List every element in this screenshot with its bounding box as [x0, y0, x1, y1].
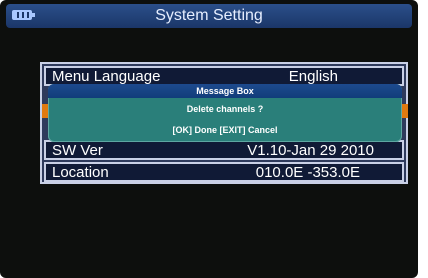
- settings-label: Menu Language: [52, 68, 161, 85]
- title-bar: System Setting: [6, 4, 412, 28]
- tv-screen: System Setting Menu Language English SW …: [0, 0, 418, 278]
- settings-value: V1.10-Jan 29 2010: [247, 142, 374, 159]
- settings-label: Location: [52, 164, 109, 181]
- message-box-hint: [OK] Done [EXIT] Cancel: [172, 125, 278, 135]
- settings-row-location[interactable]: Location 010.0E -353.0E: [44, 162, 404, 182]
- message-box-title: Message Box: [48, 84, 402, 98]
- message-box[interactable]: Message Box Delete channels ? [OK] Done …: [48, 84, 402, 142]
- settings-value: 010.0E -353.0E: [255, 164, 360, 181]
- highlight-marker-right: [402, 104, 408, 118]
- settings-label: SW Ver: [52, 142, 103, 159]
- settings-row-menu-language[interactable]: Menu Language English: [44, 66, 404, 86]
- settings-row-sw-ver[interactable]: SW Ver V1.10-Jan 29 2010: [44, 140, 404, 160]
- page-title: System Setting: [155, 7, 263, 24]
- message-box-text: Delete channels ?: [186, 104, 264, 114]
- settings-value: English: [288, 68, 338, 85]
